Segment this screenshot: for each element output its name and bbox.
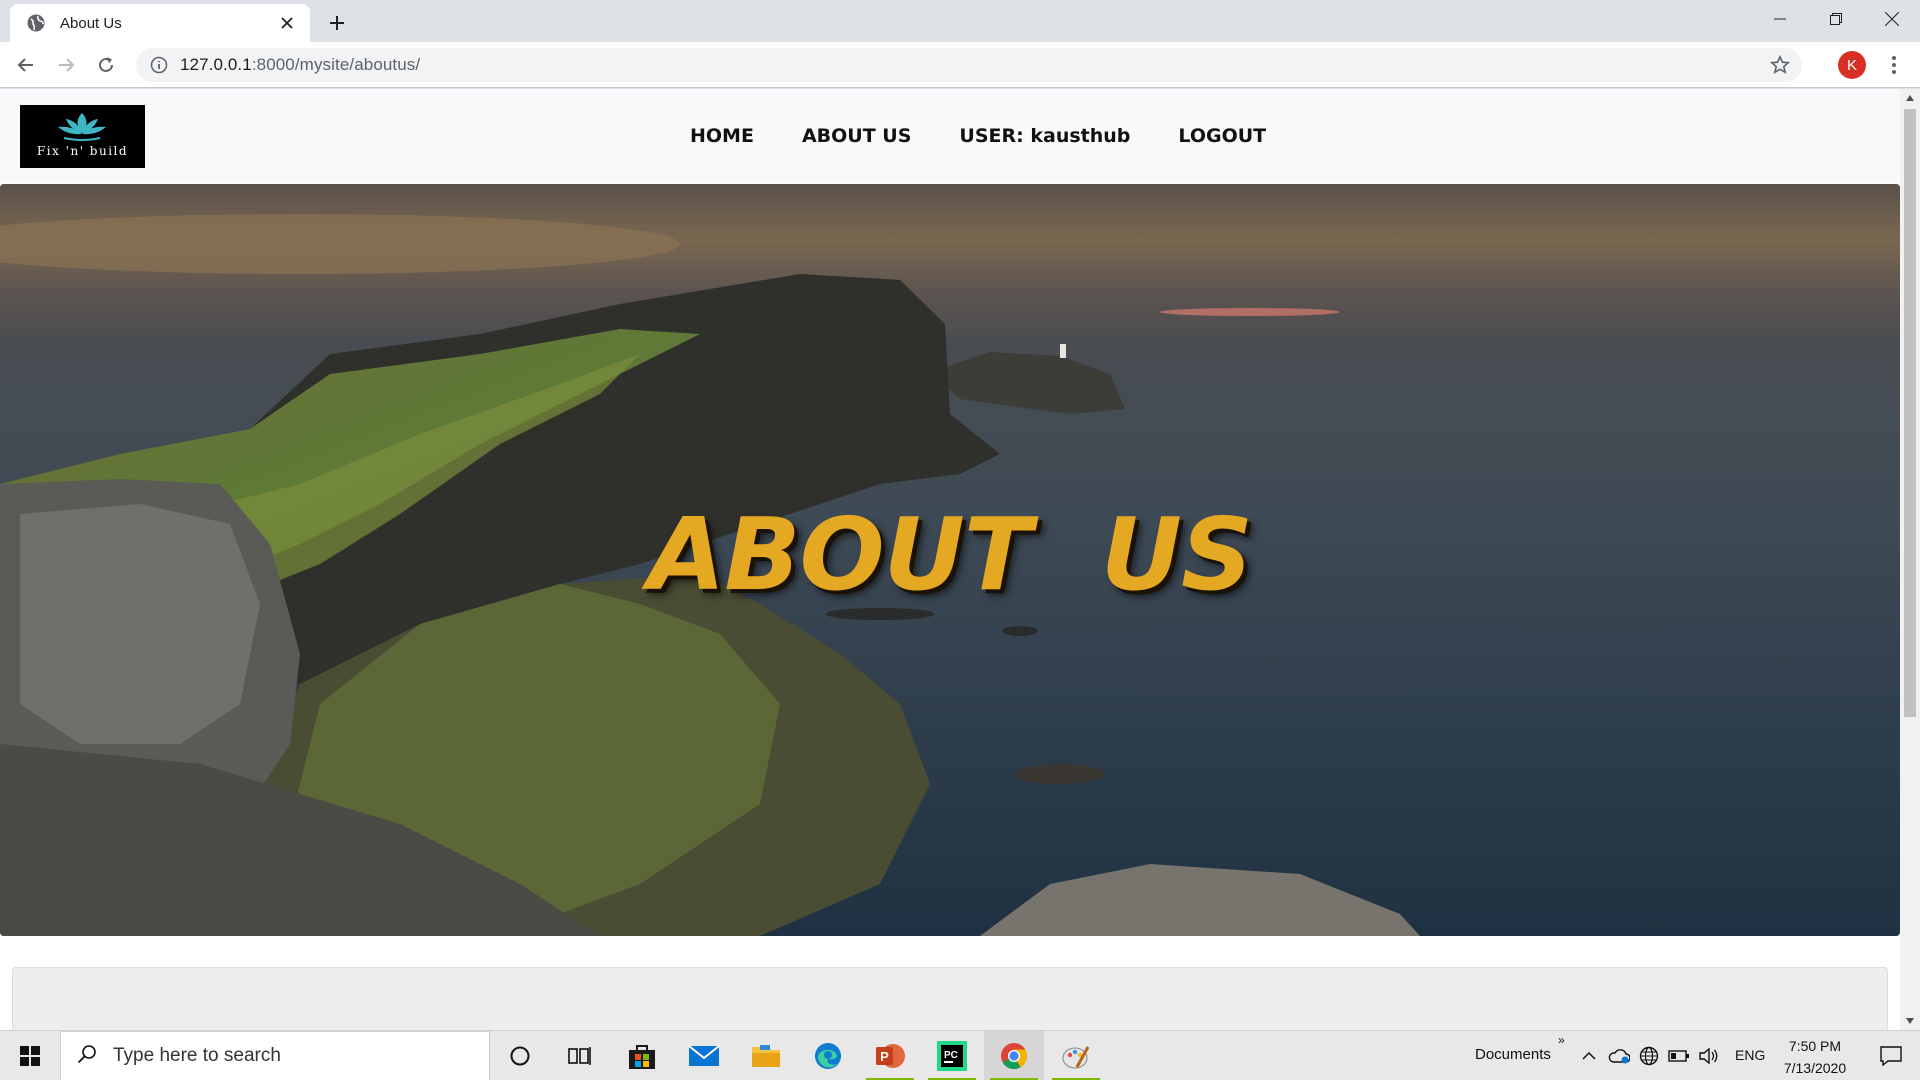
nav-link-home[interactable]: HOME	[690, 125, 754, 147]
action-center-icon[interactable]	[1862, 1031, 1920, 1080]
scroll-up-arrow-icon[interactable]	[1900, 89, 1920, 107]
site-nav-links: HOME ABOUT US USER: kausthub LOGOUT	[690, 89, 1314, 183]
pycharm-icon[interactable]: PC	[922, 1031, 982, 1080]
nav-link-about-us[interactable]: ABOUT US	[802, 125, 911, 147]
search-placeholder: Type here to search	[113, 1045, 281, 1066]
lighthouse	[1060, 344, 1066, 358]
paint-icon[interactable]	[1046, 1031, 1106, 1080]
cortana-icon[interactable]	[490, 1031, 550, 1080]
page-scrollbar[interactable]	[1900, 89, 1920, 1030]
windows-taskbar: Type here to search P PC Documents » ENG…	[0, 1030, 1920, 1080]
site-info-icon[interactable]	[150, 56, 168, 74]
restore-icon[interactable]	[1808, 0, 1864, 38]
minimize-icon[interactable]	[1752, 0, 1808, 38]
taskbar-search-box[interactable]: Type here to search	[60, 1031, 490, 1080]
nav-link-user[interactable]: USER: kausthub	[959, 125, 1130, 147]
globe-icon	[26, 13, 46, 33]
url-text: 127.0.0.1:8000/mysite/aboutus/	[180, 55, 420, 75]
search-icon	[77, 1044, 97, 1069]
chrome-icon[interactable]	[984, 1031, 1044, 1080]
browser-menu-icon[interactable]	[1880, 51, 1908, 79]
svg-text:PC: PC	[944, 1050, 958, 1061]
browser-tabstrip: About Us	[0, 0, 1920, 42]
mail-icon[interactable]	[674, 1031, 734, 1080]
hero-title: ABOUT US	[647, 496, 1253, 613]
logo-text: Fix 'n' build	[36, 144, 129, 158]
onedrive-sync-icon[interactable]	[1608, 1045, 1630, 1067]
back-arrow-icon[interactable]	[10, 49, 42, 81]
scroll-down-arrow-icon[interactable]	[1900, 1012, 1920, 1030]
page-viewport: Fix 'n' build HOME ABOUT US USER: kausth…	[0, 89, 1920, 1030]
forward-arrow-icon[interactable]	[50, 49, 82, 81]
file-explorer-icon[interactable]	[736, 1031, 796, 1080]
window-controls	[1752, 0, 1920, 38]
url-host: 127.0.0.1	[180, 55, 252, 74]
clock-date: 7/13/2020	[1783, 1060, 1847, 1076]
profile-avatar[interactable]: K	[1838, 51, 1866, 79]
url-path: :8000/mysite/aboutus/	[251, 55, 421, 74]
volume-icon[interactable]	[1698, 1045, 1720, 1067]
documents-toolbar-label[interactable]: Documents	[1475, 1046, 1551, 1063]
site-navbar: Fix 'n' build HOME ABOUT US USER: kausth…	[0, 89, 1900, 183]
bookmark-star-icon[interactable]	[1769, 54, 1791, 75]
site-logo[interactable]: Fix 'n' build	[20, 105, 145, 168]
tab-title: About Us	[60, 14, 122, 32]
clock-time: 7:50 PM	[1788, 1038, 1842, 1054]
toolbar-overflow-icon[interactable]: »	[1558, 1033, 1565, 1047]
store-icon[interactable]	[612, 1031, 672, 1080]
taskbar-clock[interactable]: 7:50 PM 7/13/2020	[1760, 1035, 1870, 1079]
windows-start-icon[interactable]	[0, 1031, 60, 1080]
powerpoint-icon[interactable]: P	[860, 1031, 920, 1080]
svg-text:P: P	[880, 1049, 889, 1064]
close-tab-icon[interactable]	[276, 12, 298, 34]
reload-icon[interactable]	[90, 49, 122, 81]
content-section	[12, 967, 1888, 1030]
browser-toolbar: 127.0.0.1:8000/mysite/aboutus/ K	[0, 42, 1920, 88]
edge-icon[interactable]	[798, 1031, 858, 1080]
battery-icon[interactable]	[1668, 1045, 1690, 1067]
lotus-icon	[58, 113, 106, 141]
new-tab-button[interactable]	[320, 6, 354, 40]
scrollbar-thumb[interactable]	[1904, 109, 1916, 717]
close-window-icon[interactable]	[1864, 0, 1920, 38]
page-content: Fix 'n' build HOME ABOUT US USER: kausth…	[0, 89, 1900, 1030]
nav-link-logout[interactable]: LOGOUT	[1178, 125, 1266, 147]
hero-banner: ABOUT US	[0, 184, 1900, 936]
show-hidden-icons-chevron-icon[interactable]	[1578, 1045, 1600, 1067]
address-bar[interactable]: 127.0.0.1:8000/mysite/aboutus/	[136, 48, 1802, 82]
network-globe-icon[interactable]	[1638, 1045, 1660, 1067]
task-view-icon[interactable]	[550, 1031, 610, 1080]
browser-tab-active[interactable]: About Us	[10, 4, 310, 42]
